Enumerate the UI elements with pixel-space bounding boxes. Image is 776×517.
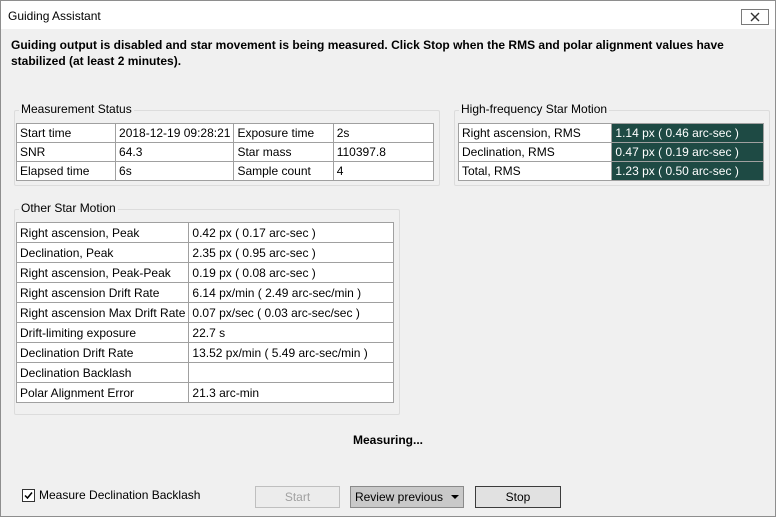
row-value: 0.07 px/sec ( 0.03 arc-sec/sec ) <box>188 302 394 323</box>
row-value: 1.23 px ( 0.50 arc-sec ) <box>611 161 764 181</box>
row-label: Right ascension, Peak <box>15 222 190 243</box>
motion-row: Right ascension Drift Rate 6.14 px/min ( … <box>15 282 394 303</box>
stop-button[interactable]: Stop <box>475 486 561 508</box>
row-label: Declination, RMS <box>457 142 613 162</box>
motion-row: Polar Alignment Error 21.3 arc-min <box>15 382 394 403</box>
start-button[interactable]: Start <box>255 486 340 508</box>
rms-row: Right ascension, RMS 1.14 px ( 0.46 arc-s… <box>457 123 764 143</box>
row-label: Sample count <box>233 161 334 181</box>
measurement-row: Start time 2018-12-19 09:28:21 Exposure ti… <box>15 123 435 143</box>
high-frequency-table: Right ascension, RMS 1.14 px ( 0.46 arc-s… <box>457 123 764 181</box>
group-label: High-frequency Star Motion <box>459 102 610 116</box>
motion-row: Declination, Peak 2.35 px ( 0.95 arc-sec … <box>15 242 394 263</box>
measuring-status: Measuring... <box>352 433 423 447</box>
row-label: Star mass <box>233 142 334 162</box>
row-value: 2.35 px ( 0.95 arc-sec ) <box>188 242 394 263</box>
motion-row: Right ascension, Peak 0.42 px ( 0.17 arc-… <box>15 222 394 243</box>
close-button[interactable] <box>741 9 769 25</box>
row-label: Total, RMS <box>457 161 613 181</box>
intro-text: Guiding output is disabled and star move… <box>11 38 724 68</box>
checkbox-label: Measure Declination Backlash <box>39 488 201 502</box>
review-previous-button[interactable]: Review previous <box>350 486 464 508</box>
row-label: Right ascension Drift Rate <box>15 282 190 303</box>
dialog-body: Guiding output is disabled and star move… <box>1 29 775 516</box>
row-value: 0.47 px ( 0.19 arc-sec ) <box>611 142 764 162</box>
rms-row: Declination, RMS 0.47 px ( 0.19 arc-sec ) <box>457 142 764 162</box>
row-value: 1.14 px ( 0.46 arc-sec ) <box>611 123 764 143</box>
group-label: Other Star Motion <box>19 201 118 215</box>
row-label: Right ascension, Peak-Peak <box>15 262 190 283</box>
close-icon <box>750 12 760 22</box>
dropdown-arrow-icon <box>451 495 460 499</box>
measurement-row: Elapsed time 6s Sample count 4 <box>15 161 435 181</box>
motion-row: Declination Drift Rate 13.52 px/min ( 5.4… <box>15 342 394 363</box>
measurement-status-table: Start time 2018-12-19 09:28:21 Exposure ti… <box>15 123 435 181</box>
measurement-status-group: Measurement Status Start time 2018-12-19 … <box>14 102 440 186</box>
window-title: Guiding Assistant <box>8 9 101 23</box>
guiding-assistant-window: Guiding Assistant Guiding output is disa… <box>0 0 776 517</box>
title-bar: Guiding Assistant <box>1 1 775 29</box>
row-label: Start time <box>15 123 117 143</box>
row-label: Elapsed time <box>15 161 117 181</box>
row-label: Declination Drift Rate <box>15 342 190 363</box>
row-label: Declination Backlash <box>15 362 190 383</box>
motion-row: Right ascension Max Drift Rate 0.07 px/se… <box>15 302 394 323</box>
motion-row: Declination Backlash <box>15 362 394 383</box>
row-value: 6.14 px/min ( 2.49 arc-sec/min ) <box>188 282 394 303</box>
rms-row: Total, RMS 1.23 px ( 0.50 arc-sec ) <box>457 161 764 181</box>
row-value <box>188 362 394 383</box>
row-value: 6s <box>115 161 235 181</box>
high-frequency-group: High-frequency Star Motion Right ascensi… <box>454 102 770 186</box>
row-label: Exposure time <box>233 123 334 143</box>
motion-row: Right ascension, Peak-Peak 0.19 px ( 0.08… <box>15 262 394 283</box>
row-value: 22.7 s <box>188 322 394 343</box>
row-value: 110397.8 <box>332 142 435 162</box>
row-label: Declination, Peak <box>15 242 190 263</box>
row-label: Drift-limiting exposure <box>15 322 190 343</box>
row-value: 13.52 px/min ( 5.49 arc-sec/min ) <box>188 342 394 363</box>
row-value: 64.3 <box>115 142 235 162</box>
measurement-row: SNR 64.3 Star mass 110397.8 <box>15 142 435 162</box>
row-value: 2s <box>332 123 435 143</box>
row-value: 0.42 px ( 0.17 arc-sec ) <box>188 222 394 243</box>
row-value: 21.3 arc-min <box>188 382 394 403</box>
row-label: Right ascension, RMS <box>457 123 613 143</box>
checkmark-icon <box>24 491 33 499</box>
other-star-motion-table: Right ascension, Peak 0.42 px ( 0.17 arc-… <box>15 222 394 403</box>
measure-backlash-checkbox[interactable]: Measure Declination Backlash <box>22 488 200 502</box>
motion-row: Drift-limiting exposure 22.7 s <box>15 322 394 343</box>
row-label: SNR <box>15 142 117 162</box>
row-value: 4 <box>332 161 435 181</box>
review-previous-label: Review previous <box>354 490 444 504</box>
checkbox-box[interactable] <box>22 488 35 502</box>
row-label: Polar Alignment Error <box>15 382 190 403</box>
other-star-motion-group: Other Star Motion Right ascension, Peak 0… <box>14 201 400 415</box>
row-label: Right ascension Max Drift Rate <box>15 302 190 323</box>
row-value: 0.19 px ( 0.08 arc-sec ) <box>188 262 394 283</box>
group-label: Measurement Status <box>19 102 134 116</box>
row-value: 2018-12-19 09:28:21 <box>115 123 235 143</box>
